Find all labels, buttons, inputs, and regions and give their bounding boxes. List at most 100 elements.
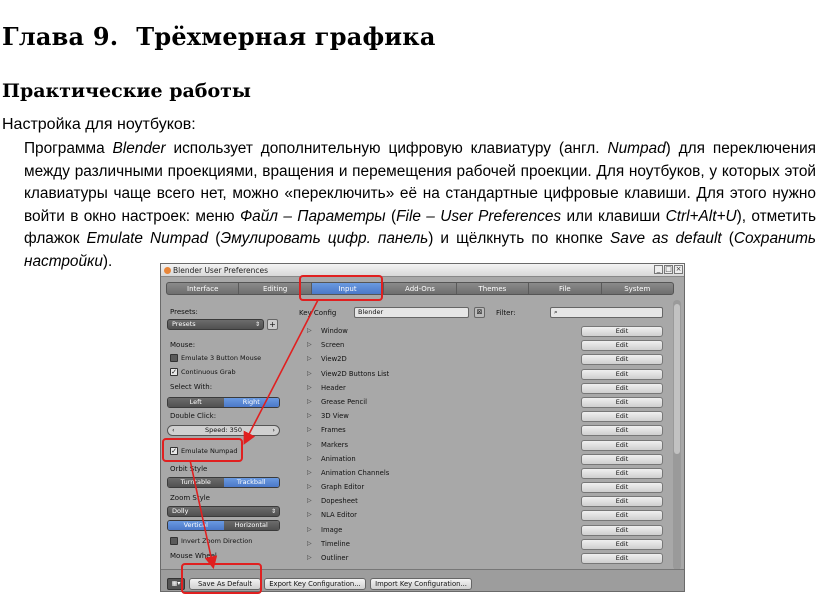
tab-themes[interactable]: Themes bbox=[457, 283, 530, 294]
double-click-value: Speed: 350 bbox=[204, 426, 243, 434]
instruction-paragraph: Программа Blender использует дополнитель… bbox=[24, 138, 816, 274]
keymap-edit-button[interactable]: Edit bbox=[581, 340, 663, 352]
tab-interface[interactable]: Interface bbox=[167, 283, 240, 294]
expand-triangle-icon[interactable]: ▷ bbox=[307, 511, 312, 518]
keymap-row: ▷ Screen Edit bbox=[301, 339, 663, 353]
import-key-config-button[interactable]: Import Key Configuration... bbox=[370, 578, 472, 590]
tab-file[interactable]: File bbox=[529, 283, 602, 294]
expand-triangle-icon[interactable]: ▷ bbox=[307, 497, 312, 504]
keymap-name: Header bbox=[321, 383, 346, 392]
zoom-style-dropdown[interactable]: Dolly ⇕ bbox=[167, 506, 280, 517]
keymap-edit-button[interactable]: Edit bbox=[581, 553, 663, 564]
chapter-title: Трёхмерная графика bbox=[136, 22, 436, 51]
continuous-grab-checkbox[interactable]: ✓ Continuous Grab bbox=[170, 368, 236, 376]
chevron-updown-icon: ⇕ bbox=[254, 321, 260, 328]
keymap-row: ▷ Dopesheet Edit bbox=[301, 495, 663, 509]
keymap-name: Outliner bbox=[321, 554, 349, 562]
blender-app-icon bbox=[164, 267, 171, 274]
keymap-row: ▷ Animation Edit bbox=[301, 453, 663, 467]
checkbox-label: Invert Zoom Direction bbox=[181, 537, 253, 545]
expand-triangle-icon[interactable]: ▷ bbox=[307, 327, 312, 334]
keymap-edit-button[interactable]: Edit bbox=[581, 439, 663, 451]
scrollbar[interactable] bbox=[673, 300, 681, 570]
expand-triangle-icon[interactable]: ▷ bbox=[307, 398, 312, 405]
keymap-name: Screen bbox=[321, 341, 345, 350]
filter-label: Filter: bbox=[496, 309, 516, 317]
blender-preferences-window: Blender User Preferences _ □ × Interface… bbox=[160, 263, 685, 592]
expand-triangle-icon[interactable]: ▷ bbox=[307, 483, 312, 490]
tab-system[interactable]: System bbox=[602, 283, 673, 294]
expand-triangle-icon[interactable]: ▷ bbox=[307, 469, 312, 476]
zoom-vertical-button[interactable]: Vertical bbox=[168, 521, 224, 530]
remove-config-icon[interactable]: ⊠ bbox=[474, 307, 485, 318]
keymap-name: Grease Pencil bbox=[321, 397, 368, 406]
select-right-button[interactable]: Right bbox=[223, 398, 279, 407]
expand-triangle-icon[interactable]: ▷ bbox=[307, 455, 312, 462]
para-term: Эмулировать цифр. панель bbox=[220, 230, 429, 248]
keymap-name: Dopesheet bbox=[321, 497, 358, 506]
select-left-button[interactable]: Left bbox=[168, 398, 224, 407]
para-term: Emulate Numpad bbox=[86, 230, 209, 248]
presets-dropdown[interactable]: Presets ⇕ bbox=[167, 319, 264, 330]
para-text: ) и щёлкнуть по кнопке bbox=[428, 230, 610, 248]
expand-triangle-icon[interactable]: ▷ bbox=[307, 412, 312, 419]
chapter-number: Глава 9. bbox=[2, 22, 119, 51]
keymap-edit-button[interactable]: Edit bbox=[581, 382, 663, 394]
expand-triangle-icon[interactable]: ▷ bbox=[307, 370, 312, 377]
keymap-edit-button[interactable]: Edit bbox=[581, 354, 663, 366]
double-click-speed-field[interactable]: ‹ Speed: 350 › bbox=[167, 425, 280, 436]
keymap-edit-button[interactable]: Edit bbox=[581, 524, 663, 536]
keymap-edit-button[interactable]: Edit bbox=[581, 467, 663, 479]
emulate-3-button-checkbox[interactable]: Emulate 3 Button Mouse bbox=[170, 354, 261, 362]
para-text: или клавиши bbox=[561, 207, 666, 225]
keymap-edit-button[interactable]: Edit bbox=[581, 510, 663, 522]
key-config-field[interactable]: Blender bbox=[354, 307, 469, 318]
close-button[interactable]: × bbox=[674, 265, 683, 274]
export-key-config-button[interactable]: Export Key Configuration... bbox=[264, 578, 366, 590]
expand-triangle-icon[interactable]: ▷ bbox=[307, 384, 312, 391]
scrollbar-thumb[interactable] bbox=[674, 304, 680, 454]
expand-triangle-icon[interactable]: ▷ bbox=[307, 540, 312, 547]
para-term: Файл – Параметры bbox=[239, 207, 386, 225]
expand-triangle-icon[interactable]: ▷ bbox=[307, 341, 312, 348]
presets-value: Presets bbox=[172, 320, 196, 328]
checkbox-label: Emulate 3 Button Mouse bbox=[181, 354, 262, 362]
keymap-edit-button[interactable]: Edit bbox=[581, 425, 663, 437]
invert-zoom-checkbox[interactable]: Invert Zoom Direction bbox=[170, 537, 252, 545]
keymap-edit-button[interactable]: Edit bbox=[581, 482, 663, 494]
increment-icon[interactable]: › bbox=[272, 426, 275, 435]
keymap-edit-button[interactable]: Edit bbox=[581, 396, 663, 408]
decrement-icon[interactable]: ‹ bbox=[172, 426, 175, 435]
keymap-row: ▷ View2D Buttons List Edit bbox=[301, 368, 663, 382]
para-text: ( bbox=[385, 207, 397, 225]
checkbox-box bbox=[170, 537, 178, 545]
expand-triangle-icon[interactable]: ▷ bbox=[307, 426, 312, 433]
tab-add-ons[interactable]: Add-Ons bbox=[384, 283, 457, 294]
zoom-horizontal-button[interactable]: Horizontal bbox=[223, 521, 279, 530]
keymap-edit-button[interactable]: Edit bbox=[581, 368, 663, 380]
minimize-button[interactable]: _ bbox=[654, 265, 663, 274]
keymap-edit-button[interactable]: Edit bbox=[581, 453, 663, 465]
keymap-row: ▷ NLA Editor Edit bbox=[301, 509, 663, 523]
expand-triangle-icon[interactable]: ▷ bbox=[307, 355, 312, 362]
keymap-edit-button[interactable]: Edit bbox=[581, 496, 663, 508]
checkbox-label: Continuous Grab bbox=[181, 368, 236, 376]
keymap-row: ▷ Outliner Edit bbox=[301, 552, 663, 566]
keymap-edit-button[interactable]: Edit bbox=[581, 326, 663, 337]
keymap-edit-button[interactable]: Edit bbox=[581, 538, 663, 550]
keymap-edit-button[interactable]: Edit bbox=[581, 411, 663, 423]
expand-triangle-icon[interactable]: ▷ bbox=[307, 554, 312, 561]
keymap-row: ▷ Markers Edit bbox=[301, 439, 663, 453]
keymap-row: ▷ Window Edit bbox=[301, 325, 663, 339]
orbit-turntable-button[interactable]: Turntable bbox=[168, 478, 224, 487]
key-config-label: Key Config bbox=[299, 309, 337, 317]
expand-triangle-icon[interactable]: ▷ bbox=[307, 441, 312, 448]
add-preset-button[interactable]: + bbox=[267, 319, 278, 330]
maximize-button[interactable]: □ bbox=[664, 265, 673, 274]
expand-triangle-icon[interactable]: ▷ bbox=[307, 526, 312, 533]
filter-input[interactable]: ⌕ bbox=[550, 307, 663, 318]
orbit-style-toggle: Turntable Trackball bbox=[167, 477, 280, 488]
orbit-trackball-button[interactable]: Trackball bbox=[223, 478, 279, 487]
keymap-name: Markers bbox=[321, 440, 349, 449]
select-with-label: Select With: bbox=[170, 383, 213, 391]
